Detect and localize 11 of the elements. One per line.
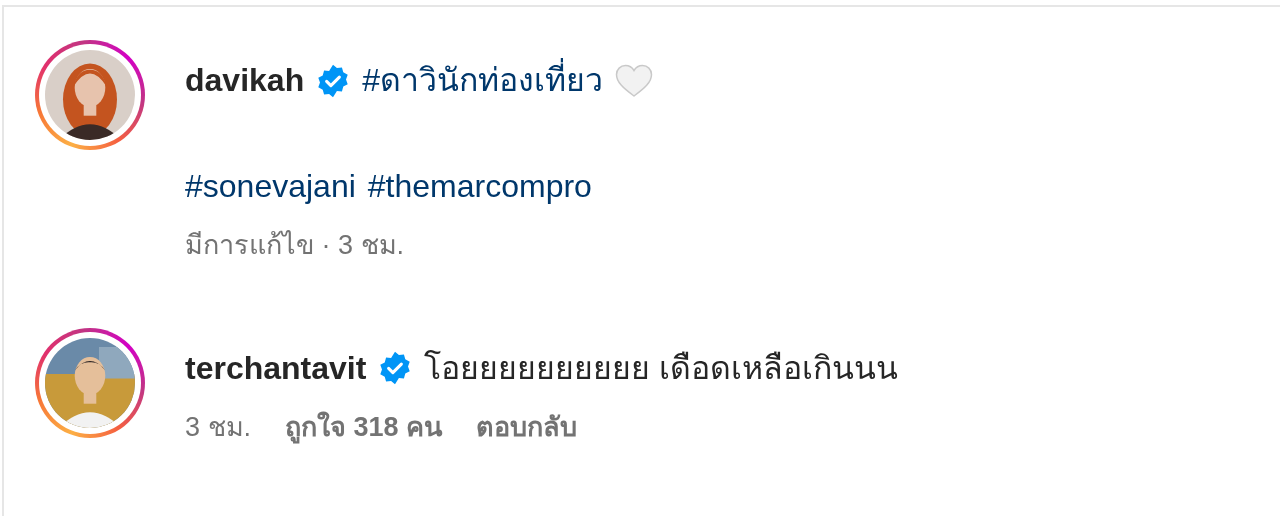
hashtag-link[interactable]: #themarcompro xyxy=(367,160,592,213)
timestamp: 3 ชม. xyxy=(185,410,252,444)
timestamp: มีการแก้ไข · 3 ชม. xyxy=(185,229,404,262)
username[interactable]: terchantavit xyxy=(185,341,367,395)
heart-icon xyxy=(614,63,653,98)
hashtag-link[interactable]: #sonevajani xyxy=(185,160,356,213)
username[interactable]: davikah xyxy=(185,54,305,107)
comment-text: โอยยยยยยยยยย เดือดเหลือเกินนน xyxy=(424,348,899,388)
hashtag-link[interactable]: #ดาวินักท่องเที่ยว xyxy=(362,54,603,107)
reply-link[interactable]: ตอบกลับ xyxy=(476,406,578,447)
likes-count[interactable]: ถูกใจ 318 คน xyxy=(285,406,443,447)
